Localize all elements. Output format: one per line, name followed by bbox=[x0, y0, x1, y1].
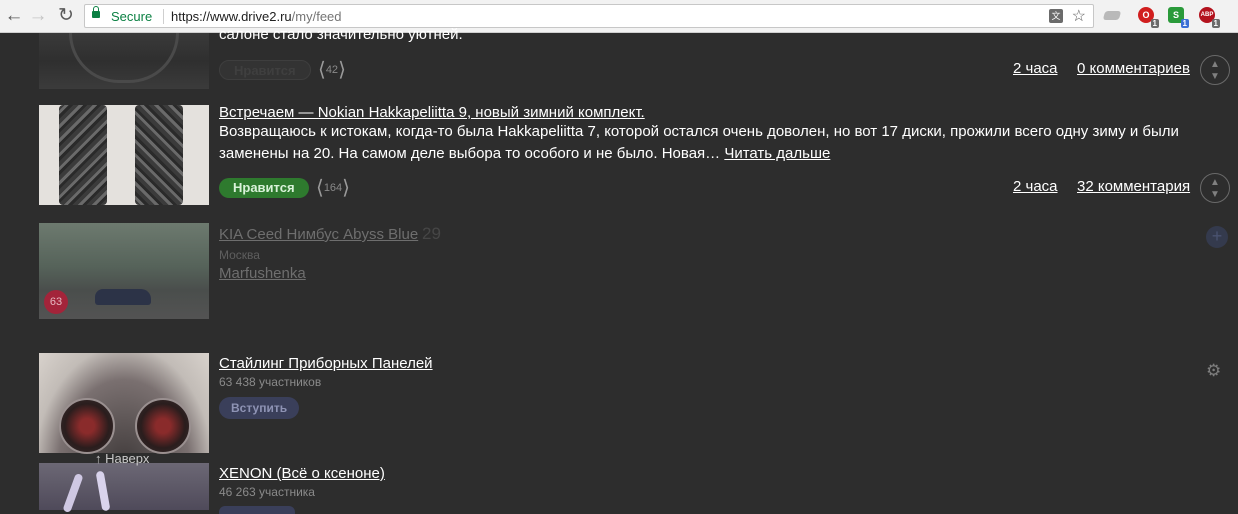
s-extension-icon[interactable]: S 1 bbox=[1168, 7, 1189, 28]
opera-ext-glyph: O bbox=[1142, 10, 1150, 20]
scroll-top-label: Наверх bbox=[105, 451, 150, 466]
community-photo[interactable] bbox=[39, 463, 209, 514]
expand-collapse-icon[interactable]: ▲ ▼ bbox=[1200, 55, 1230, 85]
post-excerpt-text: заменены на 20. На самом деле выбора то … bbox=[219, 145, 721, 162]
community-members: 63 438 участников bbox=[219, 375, 322, 389]
post-excerpt: салоне стало значительно уютней. bbox=[219, 26, 463, 43]
like-count-value: 164 bbox=[323, 182, 343, 194]
arrow-up-icon: ↑ bbox=[95, 451, 102, 466]
tire-shape bbox=[135, 105, 183, 205]
like-count-bracket-open: ⟨ bbox=[318, 59, 326, 81]
car-photo[interactable]: 63 bbox=[39, 223, 209, 319]
bookmark-star-icon[interactable]: ☆ bbox=[1072, 6, 1086, 26]
opera-ext-badge: 1 bbox=[1150, 19, 1159, 28]
read-more-link[interactable]: Читать дальше bbox=[724, 145, 830, 162]
gear-icon[interactable]: ⚙ bbox=[1206, 361, 1221, 381]
wheel-shape bbox=[69, 33, 179, 83]
translate-icon[interactable]: 文 bbox=[1049, 9, 1063, 23]
gauge-shape bbox=[59, 398, 115, 454]
post-excerpt-line1: Возвращаюсь к истокам, когда-то была Hak… bbox=[219, 123, 1179, 140]
car-owner-link[interactable]: Marfushenka bbox=[219, 265, 306, 282]
adblock-ext-glyph: ABP bbox=[1200, 12, 1214, 18]
post-title-link[interactable]: Встречаем — Nokian Hakkapeliitta 9, новы… bbox=[219, 104, 645, 121]
community-photo[interactable] bbox=[39, 353, 209, 454]
comments-link[interactable]: 32 комментария bbox=[1077, 178, 1190, 195]
eraser-extension-icon[interactable] bbox=[1102, 11, 1122, 20]
post-time-link[interactable]: 2 часа bbox=[1013, 178, 1058, 195]
post-excerpt-line2: заменены на 20. На самом деле выбора то … bbox=[219, 143, 830, 165]
like-count-bracket-open: ⟨ bbox=[316, 177, 324, 199]
forward-arrow-icon[interactable]: → bbox=[26, 4, 50, 28]
url-path: /my/feed bbox=[291, 9, 342, 24]
url-text[interactable]: https://www.drive2.ru/my/feed bbox=[171, 9, 342, 24]
back-arrow-icon[interactable]: ← bbox=[2, 4, 26, 28]
opera-extension-icon[interactable]: O 1 bbox=[1138, 7, 1159, 28]
browser-toolbar: ← → ↻ Secure https://www.drive2.ru/my/fe… bbox=[0, 0, 1238, 33]
car-name-link[interactable]: KIA Ceed Нимбус Abyss Blue bbox=[219, 226, 418, 243]
like-button[interactable]: Нравится bbox=[219, 178, 309, 198]
xenon-lamp-shape bbox=[95, 470, 111, 512]
community-members: 46 263 участника bbox=[219, 485, 315, 499]
car-rating-badge: 63 bbox=[44, 290, 68, 314]
like-count-bracket-close: ⟩ bbox=[342, 177, 350, 199]
add-icon[interactable]: + bbox=[1206, 226, 1228, 248]
post-time-link[interactable]: 2 часа bbox=[1013, 60, 1058, 77]
adblock-ext-badge: 1 bbox=[1211, 19, 1220, 28]
expand-collapse-icon[interactable]: ▲ ▼ bbox=[1200, 173, 1230, 203]
post-thumbnail[interactable] bbox=[39, 105, 209, 205]
omnibox-divider bbox=[163, 9, 164, 24]
reload-icon[interactable]: ↻ bbox=[54, 4, 78, 28]
lock-icon bbox=[92, 6, 100, 18]
s-ext-badge: 1 bbox=[1180, 19, 1189, 28]
join-button[interactable]: Вступить bbox=[219, 397, 300, 419]
xenon-lamp-shape bbox=[62, 472, 84, 514]
like-count: ⟨164⟩ bbox=[316, 178, 350, 198]
car-shape bbox=[95, 289, 151, 305]
adblock-extension-icon[interactable]: ABP 1 bbox=[1199, 7, 1220, 28]
post-thumbnail[interactable] bbox=[39, 33, 209, 89]
s-ext-glyph: S bbox=[1172, 10, 1179, 20]
like-count-bracket-close: ⟩ bbox=[338, 59, 346, 81]
like-count-value: 42 bbox=[325, 64, 339, 76]
car-number: 29 bbox=[422, 224, 441, 243]
gauge-shape bbox=[135, 398, 191, 454]
like-count: ⟨42⟩ bbox=[318, 60, 346, 80]
community-name-link[interactable]: Стайлинг Приборных Панелей bbox=[219, 355, 433, 372]
join-button[interactable] bbox=[219, 506, 295, 514]
secure-label: Secure bbox=[111, 9, 153, 24]
scroll-top-link[interactable]: ↑ Наверх bbox=[95, 451, 149, 466]
comments-link[interactable]: 0 комментариев bbox=[1077, 60, 1190, 77]
community-name-link[interactable]: XENON (Всё о ксеноне) bbox=[219, 465, 385, 482]
car-city: Москва bbox=[219, 248, 260, 262]
like-button[interactable]: Нравится bbox=[219, 60, 311, 80]
url-host: https://www.drive2.ru bbox=[171, 9, 292, 24]
tire-shape bbox=[59, 105, 107, 205]
